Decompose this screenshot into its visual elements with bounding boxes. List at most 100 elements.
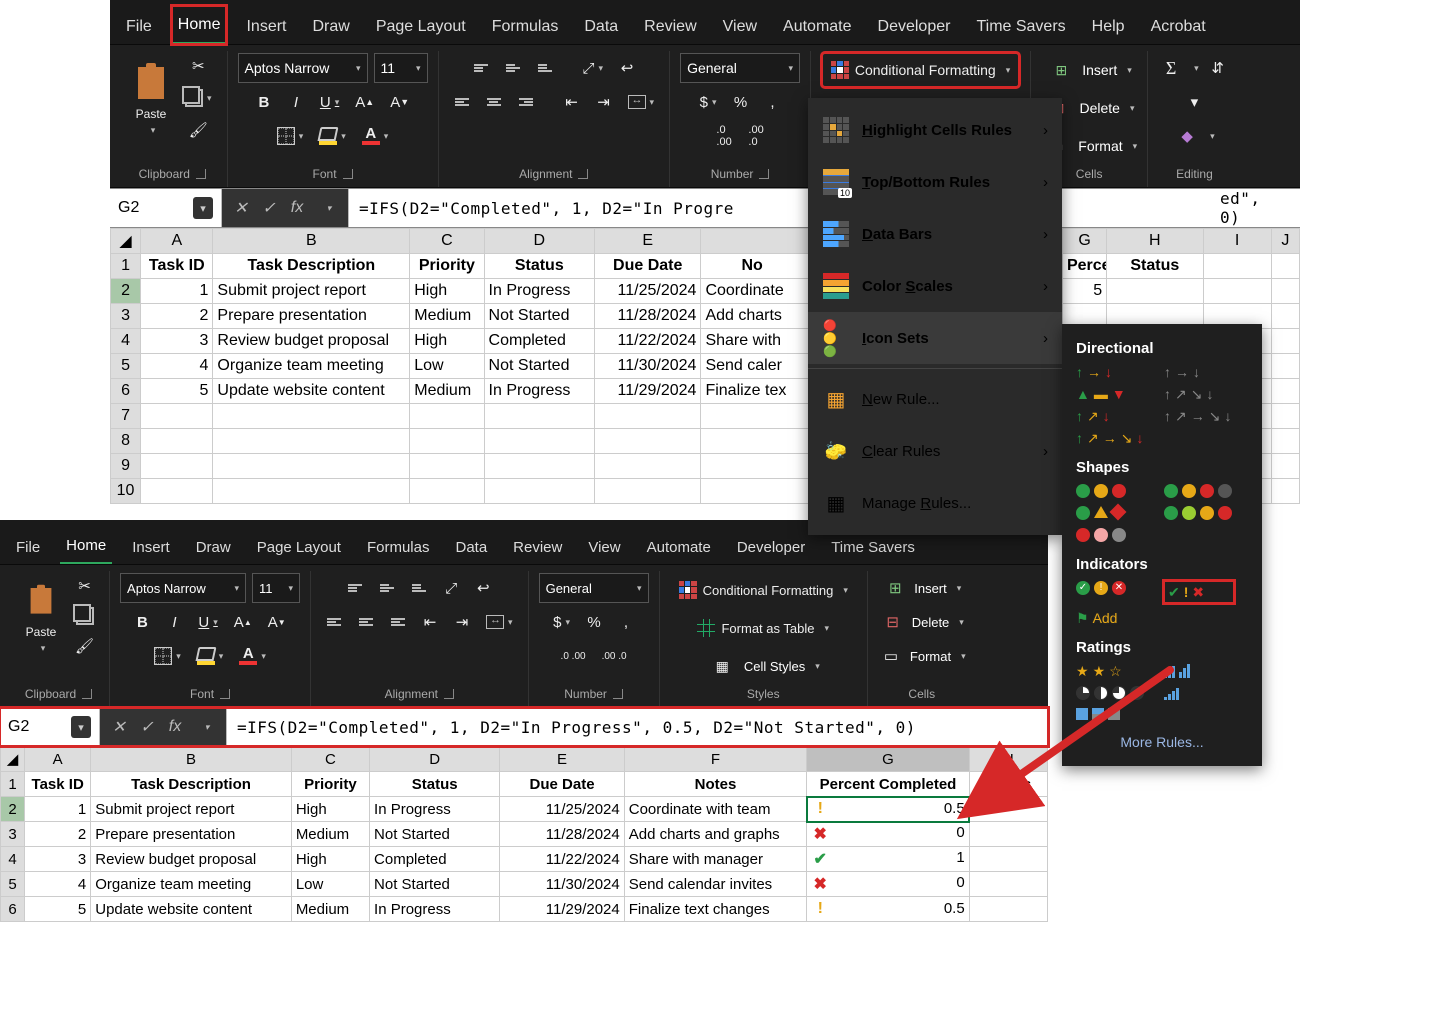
font-name-select[interactable]: Aptos Narrow▾ bbox=[238, 53, 368, 83]
row-header[interactable]: 9 bbox=[111, 454, 141, 479]
col-header[interactable]: E bbox=[595, 229, 701, 254]
accept-formula-button[interactable]: ✓ bbox=[136, 717, 158, 737]
borders-button[interactable]: ▾ bbox=[149, 643, 186, 669]
dialog-launcher-icon[interactable] bbox=[196, 169, 206, 179]
cell[interactable]: Prepare presentation bbox=[91, 822, 292, 847]
col-header[interactable]: H bbox=[1107, 229, 1203, 254]
iconset-option[interactable]: ↑↗↓ bbox=[1076, 409, 1146, 423]
row-header[interactable]: 6 bbox=[111, 379, 141, 404]
tab-file[interactable]: File bbox=[120, 8, 158, 44]
tab-data[interactable]: Data bbox=[578, 8, 624, 44]
row-header[interactable]: 4 bbox=[111, 329, 141, 354]
cell[interactable]: 4 bbox=[141, 354, 213, 379]
cancel-formula-button[interactable]: ✕ bbox=[230, 198, 252, 218]
increase-decimal-button[interactable]: .0 .00 bbox=[556, 643, 591, 669]
cf-top-bottom[interactable]: 10Top/Bottom Rules› bbox=[808, 156, 1062, 208]
iconset-option[interactable] bbox=[1164, 484, 1234, 498]
tab-developer[interactable]: Developer bbox=[872, 8, 957, 44]
cell[interactable]: Not Started bbox=[484, 304, 594, 329]
wrap-text-button[interactable] bbox=[470, 575, 496, 601]
tab-developer[interactable]: Developer bbox=[731, 529, 811, 564]
cell[interactable]: Add charts and graphs bbox=[624, 822, 807, 847]
format-painter-button[interactable] bbox=[180, 117, 217, 143]
cell[interactable]: Low bbox=[291, 872, 369, 897]
cell[interactable]: 3 bbox=[141, 329, 213, 354]
orientation-button[interactable]: ⤢▾ bbox=[578, 55, 609, 81]
cell[interactable]: 0.5 bbox=[807, 897, 969, 922]
cell[interactable]: High bbox=[291, 797, 369, 822]
font-size-select[interactable]: 11▾ bbox=[252, 573, 300, 603]
row-header[interactable]: 5 bbox=[1, 872, 25, 897]
cell[interactable]: 1 bbox=[141, 279, 213, 304]
cell[interactable]: Status bbox=[484, 254, 594, 279]
orientation-button[interactable]: ⤢ bbox=[438, 575, 464, 601]
cell[interactable]: Low bbox=[410, 354, 484, 379]
tab-data[interactable]: Data bbox=[449, 529, 493, 564]
align-bottom-button[interactable] bbox=[532, 55, 558, 81]
align-bottom-button[interactable] bbox=[406, 575, 432, 601]
tab-acrobat[interactable]: Acrobat bbox=[1145, 8, 1212, 44]
cell[interactable]: Priority bbox=[410, 254, 484, 279]
cell[interactable]: Share with manager bbox=[624, 847, 807, 872]
cell[interactable]: Update website content bbox=[213, 379, 410, 404]
cell[interactable]: Due Date bbox=[500, 772, 624, 797]
formula-input[interactable]: =IFS(D2="Completed", 1, D2="In Progress"… bbox=[227, 718, 1048, 737]
dialog-launcher-icon[interactable] bbox=[343, 169, 353, 179]
tab-automate[interactable]: Automate bbox=[777, 8, 857, 44]
align-top-button[interactable] bbox=[468, 55, 494, 81]
sort-filter-button[interactable] bbox=[1205, 55, 1231, 81]
cell-g2[interactable]: 0.5 bbox=[807, 797, 969, 822]
tab-pagelayout[interactable]: Page Layout bbox=[251, 529, 347, 564]
iconset-option[interactable]: ⚑Add bbox=[1076, 611, 1146, 625]
select-all-corner[interactable]: ◢ bbox=[111, 229, 141, 254]
cell[interactable]: Review budget proposal bbox=[213, 329, 410, 354]
iconset-option[interactable] bbox=[1076, 506, 1146, 520]
cell[interactable]: 11/28/2024 bbox=[500, 822, 624, 847]
row-header[interactable]: 3 bbox=[111, 304, 141, 329]
fill-color-button[interactable]: ▾ bbox=[314, 123, 351, 149]
col-header[interactable]: B bbox=[91, 747, 292, 772]
cell[interactable]: Submit project report bbox=[213, 279, 410, 304]
row-header[interactable]: 5 bbox=[111, 354, 141, 379]
percent-format-button[interactable]: % bbox=[728, 89, 754, 115]
dialog-launcher-icon[interactable] bbox=[578, 169, 588, 179]
cell[interactable]: 11/29/2024 bbox=[595, 379, 701, 404]
borders-button[interactable]: ▾ bbox=[272, 123, 309, 149]
cell[interactable]: Not Started bbox=[370, 822, 500, 847]
italic-button[interactable]: I bbox=[283, 89, 309, 115]
cell[interactable]: 2 bbox=[141, 304, 213, 329]
tab-draw[interactable]: Draw bbox=[306, 8, 355, 44]
tab-automate[interactable]: Automate bbox=[641, 529, 717, 564]
iconset-option[interactable]: ▲▬▼ bbox=[1076, 387, 1146, 401]
tab-view[interactable]: View bbox=[582, 529, 626, 564]
autosum-button[interactable] bbox=[1158, 55, 1184, 81]
row-header[interactable]: 8 bbox=[111, 429, 141, 454]
cell[interactable]: 4 bbox=[25, 872, 91, 897]
name-box[interactable]: G2▾ bbox=[0, 709, 100, 745]
cf-new-rule[interactable]: New Rule... bbox=[808, 373, 1062, 425]
cell[interactable]: High bbox=[410, 329, 484, 354]
fx-button[interactable]: fx bbox=[286, 199, 308, 217]
cell[interactable]: 11/28/2024 bbox=[595, 304, 701, 329]
align-right-button[interactable] bbox=[385, 609, 411, 635]
cancel-formula-button[interactable]: ✕ bbox=[108, 717, 130, 737]
dialog-launcher-icon[interactable] bbox=[759, 169, 769, 179]
cell[interactable]: Not Started bbox=[484, 354, 594, 379]
cell[interactable]: Percent Completed bbox=[1062, 254, 1106, 279]
cell-styles-button[interactable] bbox=[707, 649, 738, 683]
col-header[interactable]: C bbox=[291, 747, 369, 772]
tab-insert[interactable]: Insert bbox=[126, 529, 176, 564]
row-header[interactable]: 6 bbox=[1, 897, 25, 922]
iconset-option[interactable]: ✓!✕ bbox=[1076, 581, 1146, 603]
cell[interactable]: Task ID bbox=[25, 772, 91, 797]
cell[interactable]: 11/22/2024 bbox=[595, 329, 701, 354]
cell[interactable]: 11/30/2024 bbox=[595, 354, 701, 379]
cell[interactable]: Task Description bbox=[213, 254, 410, 279]
increase-font-button[interactable]: A▲ bbox=[229, 609, 257, 635]
font-color-button[interactable]: A▾ bbox=[357, 123, 394, 149]
align-left-button[interactable] bbox=[449, 89, 475, 115]
cell[interactable]: 1 bbox=[807, 847, 969, 872]
chevron-down-icon[interactable]: ▾ bbox=[193, 197, 213, 219]
cell[interactable]: Medium bbox=[410, 379, 484, 404]
accounting-format-button[interactable]: $▾ bbox=[695, 89, 722, 115]
